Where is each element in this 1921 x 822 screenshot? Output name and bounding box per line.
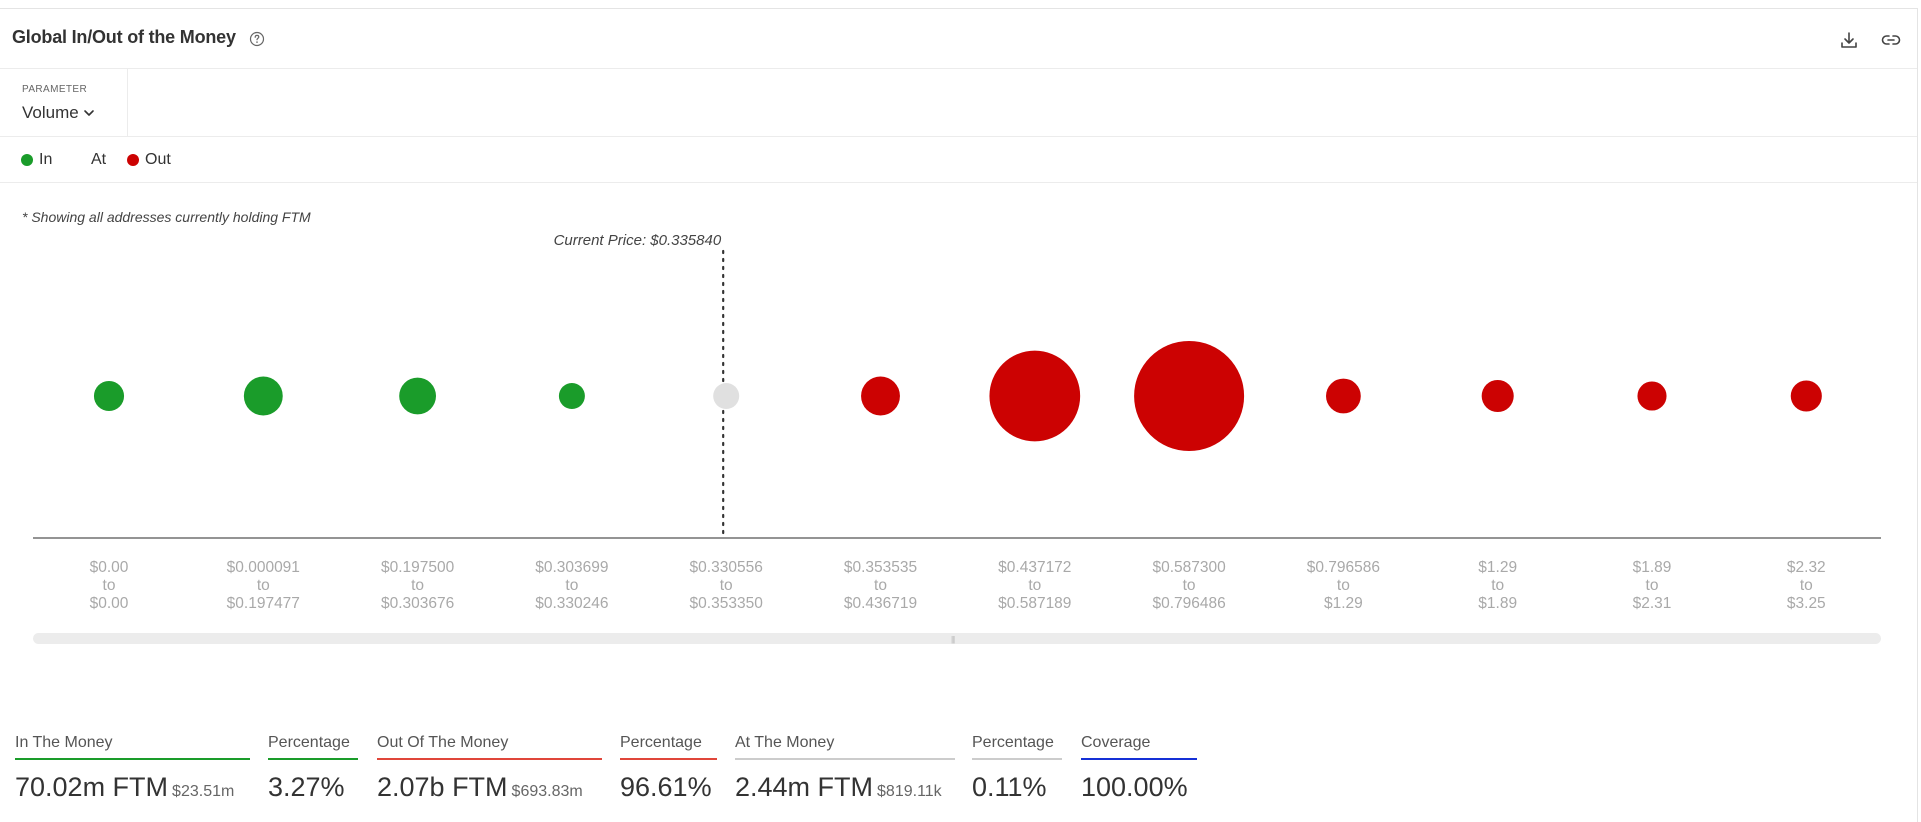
stat-percentage: Percentage 0.11%	[972, 734, 1062, 803]
bubble-out[interactable]	[1326, 378, 1361, 414]
bubble-out[interactable]	[989, 350, 1081, 442]
stat-main-value: 2.44m FTM	[735, 772, 874, 802]
scroll-grip-icon[interactable]: |||	[951, 635, 955, 644]
bubble-in[interactable]	[399, 377, 437, 415]
page: Global In/Out of the Money PARAMETER Vol…	[0, 0, 1921, 822]
bubble-out[interactable]	[1481, 379, 1514, 413]
stat-label: At The Money	[735, 734, 955, 760]
x-tick-label: $0.00	[90, 559, 129, 576]
stat-coverage: Coverage 100.00%	[1081, 734, 1197, 803]
io-money-chart: Current Price: $0.335840$0.00to$0.00$0.0…	[33, 232, 1881, 612]
stat-label: Coverage	[1081, 734, 1197, 760]
bubble-out[interactable]	[861, 376, 900, 416]
x-tick-label: $0.330556	[690, 559, 763, 576]
x-tick-label: $0.587300	[1152, 559, 1226, 576]
x-tick-label: to	[565, 577, 578, 594]
bubble-out[interactable]	[1134, 341, 1245, 451]
x-tick-label: to	[103, 577, 116, 594]
x-tick-label: to	[1183, 577, 1196, 594]
stat-value: 2.44m FTM $819.11k	[735, 772, 955, 803]
x-tick-label: to	[1800, 577, 1813, 594]
x-tick-label: $2.32	[1787, 559, 1826, 576]
stat-value: 2.07b FTM $693.83m	[377, 772, 602, 803]
stat-sub-value: $693.83m	[511, 783, 583, 800]
x-tick-label: $2.31	[1633, 595, 1672, 612]
stat-label: In The Money	[15, 734, 250, 760]
bubble-in[interactable]	[93, 380, 125, 412]
stat-main-value: 2.07b FTM	[377, 772, 508, 802]
stat-value: 100.00%	[1081, 772, 1197, 803]
io-money-panel: Global In/Out of the Money PARAMETER Vol…	[0, 8, 1918, 822]
x-tick-label: to	[1028, 577, 1041, 594]
stat-percentage: Percentage 3.27%	[268, 734, 358, 803]
chart-scrollbar[interactable]: |||	[33, 633, 1881, 644]
x-tick-label: $0.353535	[844, 559, 917, 576]
x-tick-label: to	[1646, 577, 1659, 594]
bubble-in[interactable]	[558, 383, 585, 409]
x-tick-label: $1.89	[1478, 595, 1517, 612]
x-tick-label: to	[720, 577, 733, 594]
x-tick-label: $0.00	[90, 595, 129, 612]
x-tick-label: $0.587189	[998, 595, 1071, 612]
x-tick-label: $0.436719	[844, 595, 917, 612]
stat-main-value: 70.02m FTM	[15, 772, 169, 802]
stat-at-the-money: At The Money 2.44m FTM $819.11k	[735, 734, 955, 803]
bubble-out[interactable]	[1637, 381, 1667, 411]
stat-sub-value: $819.11k	[877, 783, 942, 800]
x-tick-label: $0.000091	[227, 559, 300, 576]
bubble-in[interactable]	[243, 376, 283, 416]
stat-out-of-the-money: Out Of The Money 2.07b FTM $693.83m	[377, 734, 602, 803]
stat-in-the-money: In The Money 70.02m FTM $23.51m	[15, 734, 250, 803]
stat-label: Percentage	[268, 734, 358, 760]
stat-value: 0.11%	[972, 772, 1062, 803]
stat-main-value: 0.11%	[972, 772, 1047, 802]
x-tick-label: $1.89	[1633, 559, 1672, 576]
stat-value: 70.02m FTM $23.51m	[15, 772, 250, 803]
stat-value: 3.27%	[268, 772, 358, 803]
x-tick-label: $0.437172	[998, 559, 1071, 576]
x-tick-label: $0.197500	[381, 559, 455, 576]
stat-label: Percentage	[972, 734, 1062, 760]
x-tick-label: $0.796586	[1307, 559, 1380, 576]
stat-value: 96.61%	[620, 772, 717, 803]
x-tick-label: $0.303699	[535, 559, 608, 576]
x-tick-label: $1.29	[1324, 595, 1363, 612]
stat-main-value: 100.00%	[1081, 772, 1188, 802]
x-tick-label: $0.796486	[1152, 595, 1225, 612]
x-tick-label: to	[1491, 577, 1504, 594]
x-tick-label: $0.353350	[690, 595, 764, 612]
stat-main-value: 3.27%	[268, 772, 345, 802]
bubble-at[interactable]	[713, 383, 740, 409]
x-tick-label: to	[874, 577, 887, 594]
x-tick-label: $3.25	[1787, 595, 1826, 612]
current-price-label: Current Price: $0.335840	[554, 232, 722, 249]
x-tick-label: $0.303676	[381, 595, 454, 612]
bubble-out[interactable]	[1790, 380, 1822, 412]
x-tick-label: to	[411, 577, 424, 594]
x-tick-label: to	[257, 577, 270, 594]
x-tick-label: $0.330246	[535, 595, 608, 612]
stat-label: Percentage	[620, 734, 717, 760]
stat-label: Out Of The Money	[377, 734, 602, 760]
stat-percentage: Percentage 96.61%	[620, 734, 717, 803]
stat-main-value: 96.61%	[620, 772, 712, 802]
x-tick-label: $0.197477	[227, 595, 300, 612]
stat-sub-value: $23.51m	[172, 783, 235, 800]
x-tick-label: to	[1337, 577, 1350, 594]
x-tick-label: $1.29	[1478, 559, 1517, 576]
